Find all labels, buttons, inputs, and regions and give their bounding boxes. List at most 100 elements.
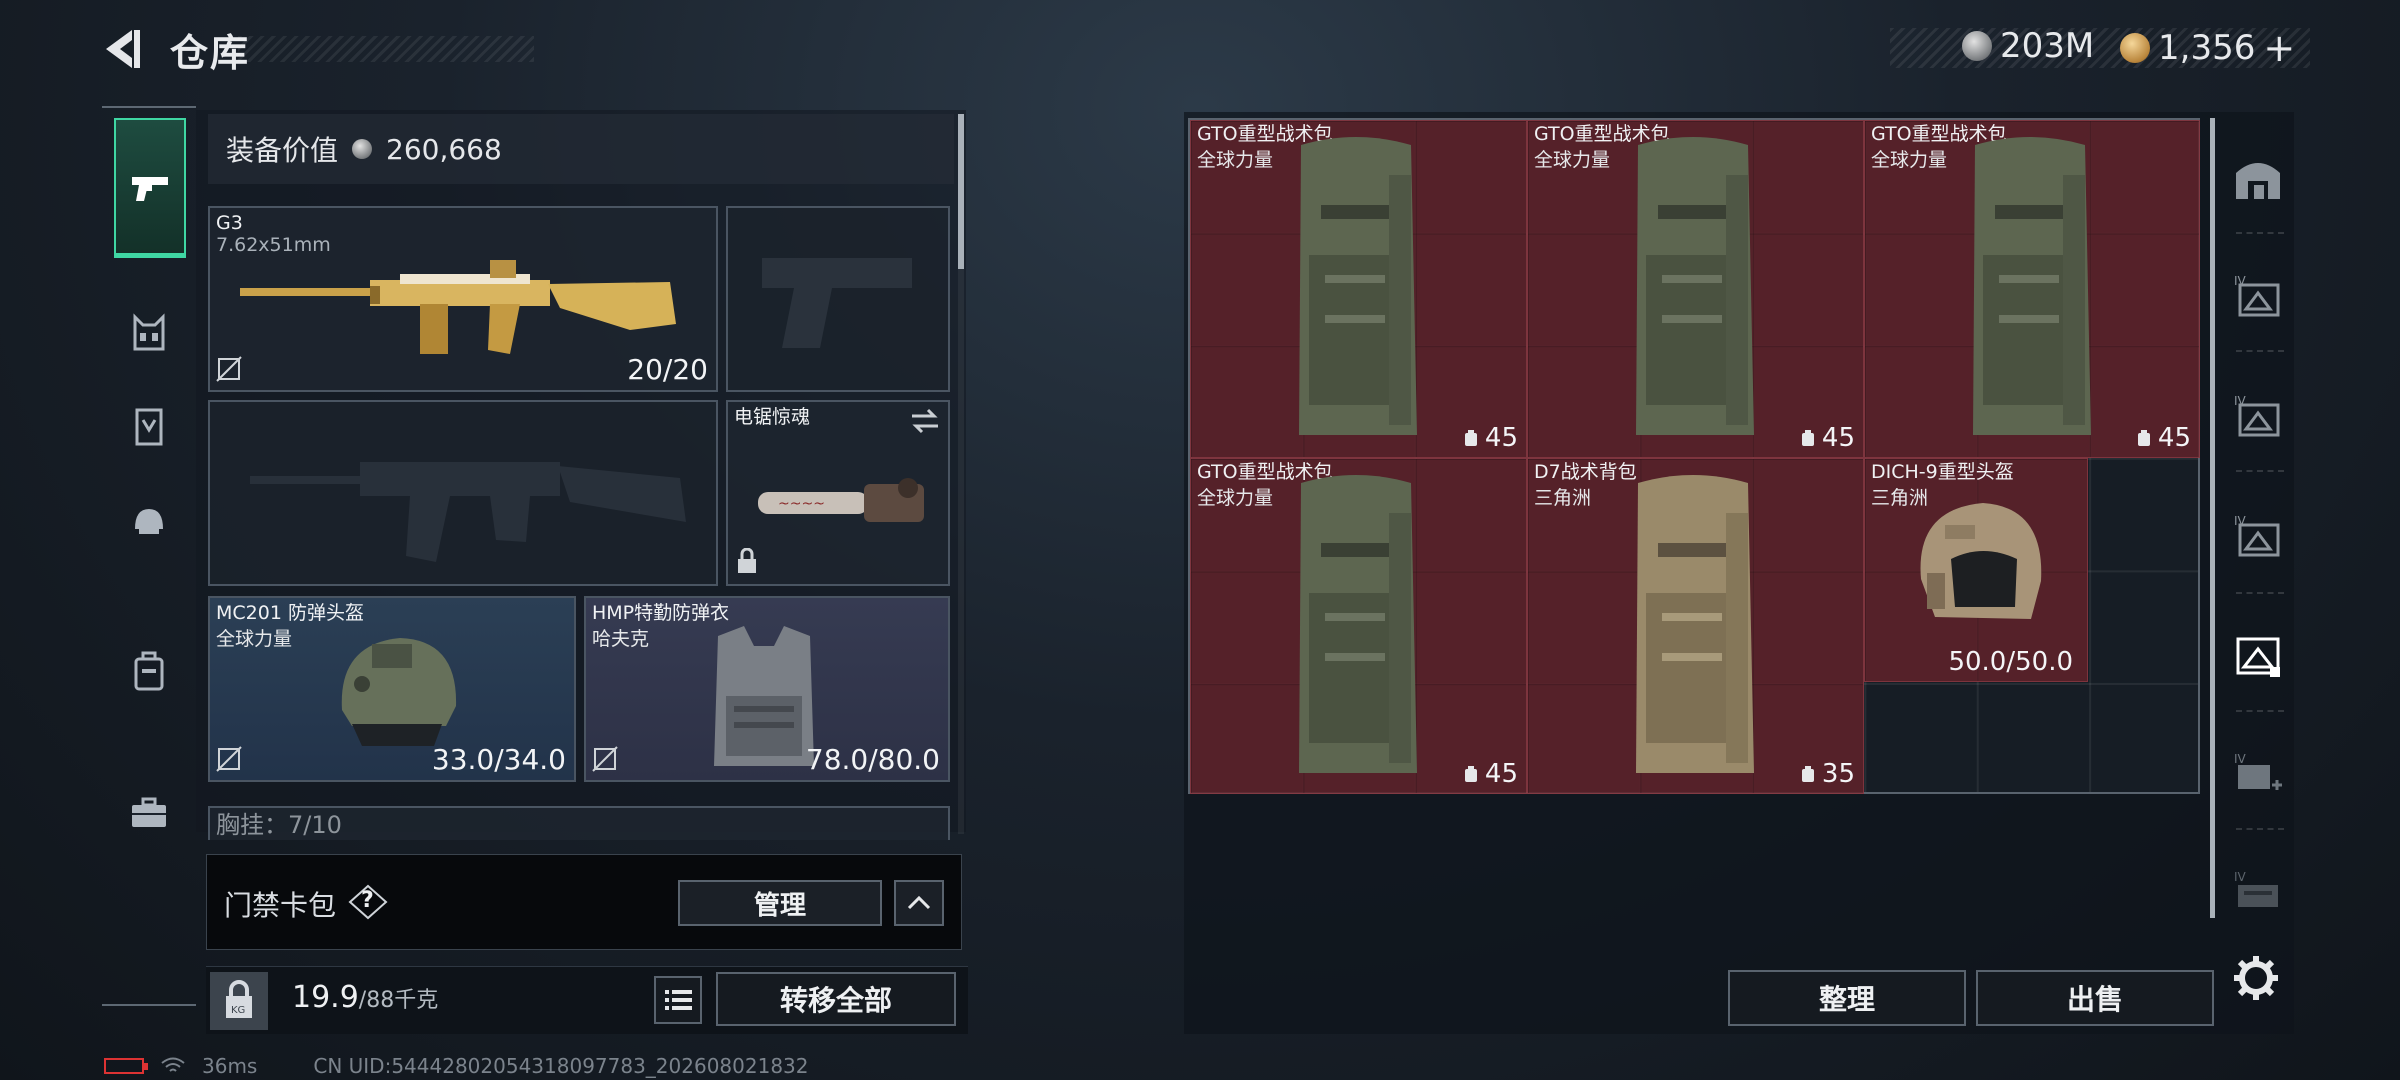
item-capacity: 45 xyxy=(1463,759,1518,789)
locked-storage-icon: IV xyxy=(2234,870,2278,907)
tab-backpack[interactable] xyxy=(114,636,184,706)
lock-icon xyxy=(736,547,758,578)
tab-safebox[interactable] xyxy=(114,778,184,848)
armor-slot[interactable]: HMP特勤防弹衣 哈夫克 78.0/80.0 xyxy=(584,596,950,782)
helmet-durability: 33.0/34.0 xyxy=(431,743,566,776)
battery-icon xyxy=(104,1058,148,1074)
silver-currency[interactable]: 203M xyxy=(1962,26,2094,66)
silver-coin-icon xyxy=(1962,31,1992,61)
storage-item[interactable]: GTO重型战术包 全球力量 45 xyxy=(1190,458,1527,794)
chest-rig-icon xyxy=(133,313,165,351)
rail-divider xyxy=(2236,350,2284,352)
sort-button[interactable]: 整理 xyxy=(1728,970,1966,1026)
list-icon xyxy=(665,990,692,1010)
rail-tab-overview[interactable] xyxy=(2228,148,2288,208)
melee-slot[interactable]: 电锯惊魂 ~~~~ xyxy=(726,400,950,586)
svg-text:IV: IV xyxy=(2234,752,2247,766)
item-capacity-value: 45 xyxy=(1484,423,1518,453)
storage-item[interactable]: DICH-9重型头盔 三角洲 50.0/50.0 xyxy=(1864,458,2088,682)
backpack-image xyxy=(1299,475,1417,773)
swap-icon[interactable] xyxy=(910,408,940,434)
storage-item[interactable]: GTO重型战术包 全球力量 45 xyxy=(1864,120,2200,458)
tab-weapons[interactable] xyxy=(114,118,186,258)
sell-button[interactable]: 出售 xyxy=(1976,970,2214,1026)
storage-item[interactable]: GTO重型战术包 全球力量 45 xyxy=(1527,120,1864,458)
storage-box-icon: IV xyxy=(2234,394,2280,437)
weight-lock-icon: KG xyxy=(226,980,252,1018)
item-capacity: 35 xyxy=(1800,759,1855,789)
storage-grid[interactable]: GTO重型战术包 全球力量 45 GTO重型战术包 全球力量 45 GTO重型战… xyxy=(1188,118,2200,794)
pistol-icon xyxy=(132,177,168,201)
tab-chest-rig[interactable] xyxy=(114,298,184,368)
rail-divider xyxy=(2236,592,2284,594)
rail-tab-storage-locked[interactable]: IV xyxy=(2228,862,2288,922)
back-button[interactable] xyxy=(100,26,146,72)
no-durability-icon xyxy=(216,746,242,772)
weight-lock-button[interactable]: KG xyxy=(210,972,268,1030)
item-brand: 三角洲 xyxy=(1534,487,1592,509)
weight-readout: 19.9/88千克 xyxy=(292,980,438,1015)
loadout-scrollbar-thumb[interactable] xyxy=(958,114,964,269)
primary-weapon-slot[interactable]: G3 7.62x51mm 20/20 xyxy=(208,206,718,392)
backpack-image xyxy=(1636,137,1754,435)
collapse-button[interactable] xyxy=(894,880,944,926)
storage-box-icon xyxy=(2236,637,2280,677)
gold-currency[interactable]: 1,356 + xyxy=(2120,26,2295,70)
tab-helmet[interactable] xyxy=(114,486,184,556)
svg-text:IV: IV xyxy=(2234,870,2247,884)
svg-text:~~~~: ~~~~ xyxy=(778,496,825,512)
pistol-slot[interactable] xyxy=(726,206,950,392)
transfer-all-button[interactable]: 转移全部 xyxy=(716,972,956,1026)
pistol-silhouette-icon xyxy=(762,258,912,348)
armor-durability: 78.0/80.0 xyxy=(805,743,940,776)
rail-tab-storage-2[interactable]: IV xyxy=(2228,386,2288,446)
backpack-image xyxy=(1299,137,1417,435)
item-brand: 全球力量 xyxy=(1197,149,1274,171)
rail-tab-storage-3[interactable]: IV xyxy=(2228,506,2288,566)
equipment-value-label: 装备价值 xyxy=(226,134,339,167)
rail-divider xyxy=(2236,470,2284,472)
equipment-value-amount: 260,668 xyxy=(386,132,502,166)
dich9-helmet-image xyxy=(1920,503,2042,619)
helmet-slot[interactable]: MC201 防弹头盔 全球力量 33.0/34.0 xyxy=(208,596,576,782)
title-decoration xyxy=(238,36,534,62)
item-capacity-value: 45 xyxy=(1821,423,1855,453)
rifle-silhouette-icon xyxy=(250,462,686,562)
manage-button[interactable]: 管理 xyxy=(678,880,882,926)
storage-item[interactable]: D7战术背包 三角洲 35 xyxy=(1527,458,1864,794)
capacity-icon xyxy=(1464,430,1477,446)
melee-name: 电锯惊魂 xyxy=(734,406,811,428)
weight-value: 19.9 xyxy=(292,980,359,1015)
help-icon[interactable]: ? xyxy=(348,884,388,920)
chest-rig-slot[interactable]: 胸挂：7/10 xyxy=(208,806,950,840)
add-currency-button[interactable]: + xyxy=(2263,26,2295,70)
backpack-image xyxy=(1636,475,1754,773)
storage-item[interactable]: GTO重型战术包 全球力量 45 xyxy=(1190,120,1527,458)
settings-button[interactable] xyxy=(2228,950,2284,1006)
storage-box-icon: IV xyxy=(2234,274,2280,317)
helmet-brand: 全球力量 xyxy=(216,628,293,650)
helmet-icon xyxy=(135,509,163,534)
ping-value: 36ms xyxy=(202,1054,258,1078)
rail-tab-storage-1[interactable]: IV xyxy=(2228,266,2288,326)
rail-divider xyxy=(2236,710,2284,712)
wifi-icon xyxy=(161,1057,185,1072)
rail-tab-add-storage[interactable]: IV xyxy=(2228,744,2288,804)
item-durability: 50.0/50.0 xyxy=(1948,647,2073,677)
tab-armor[interactable] xyxy=(114,392,184,462)
list-view-button[interactable] xyxy=(654,976,702,1024)
storage-scrollbar[interactable] xyxy=(2210,118,2215,918)
capacity-icon xyxy=(1801,430,1814,446)
back-arrow-icon xyxy=(106,30,140,68)
storage-box-icon: IV xyxy=(2234,514,2280,557)
capacity-icon xyxy=(1801,766,1814,782)
rail-tab-storage-active[interactable] xyxy=(2228,624,2288,684)
rail-divider xyxy=(2236,828,2284,830)
silver-coin-icon xyxy=(352,139,373,159)
no-durability-icon xyxy=(592,746,618,772)
backpack-icon xyxy=(134,651,164,691)
item-brand: 全球力量 xyxy=(1534,149,1611,171)
secondary-weapon-slot[interactable] xyxy=(208,400,718,586)
backpack-image xyxy=(1973,137,2091,435)
chainsaw-image: ~~~~ xyxy=(758,478,924,522)
